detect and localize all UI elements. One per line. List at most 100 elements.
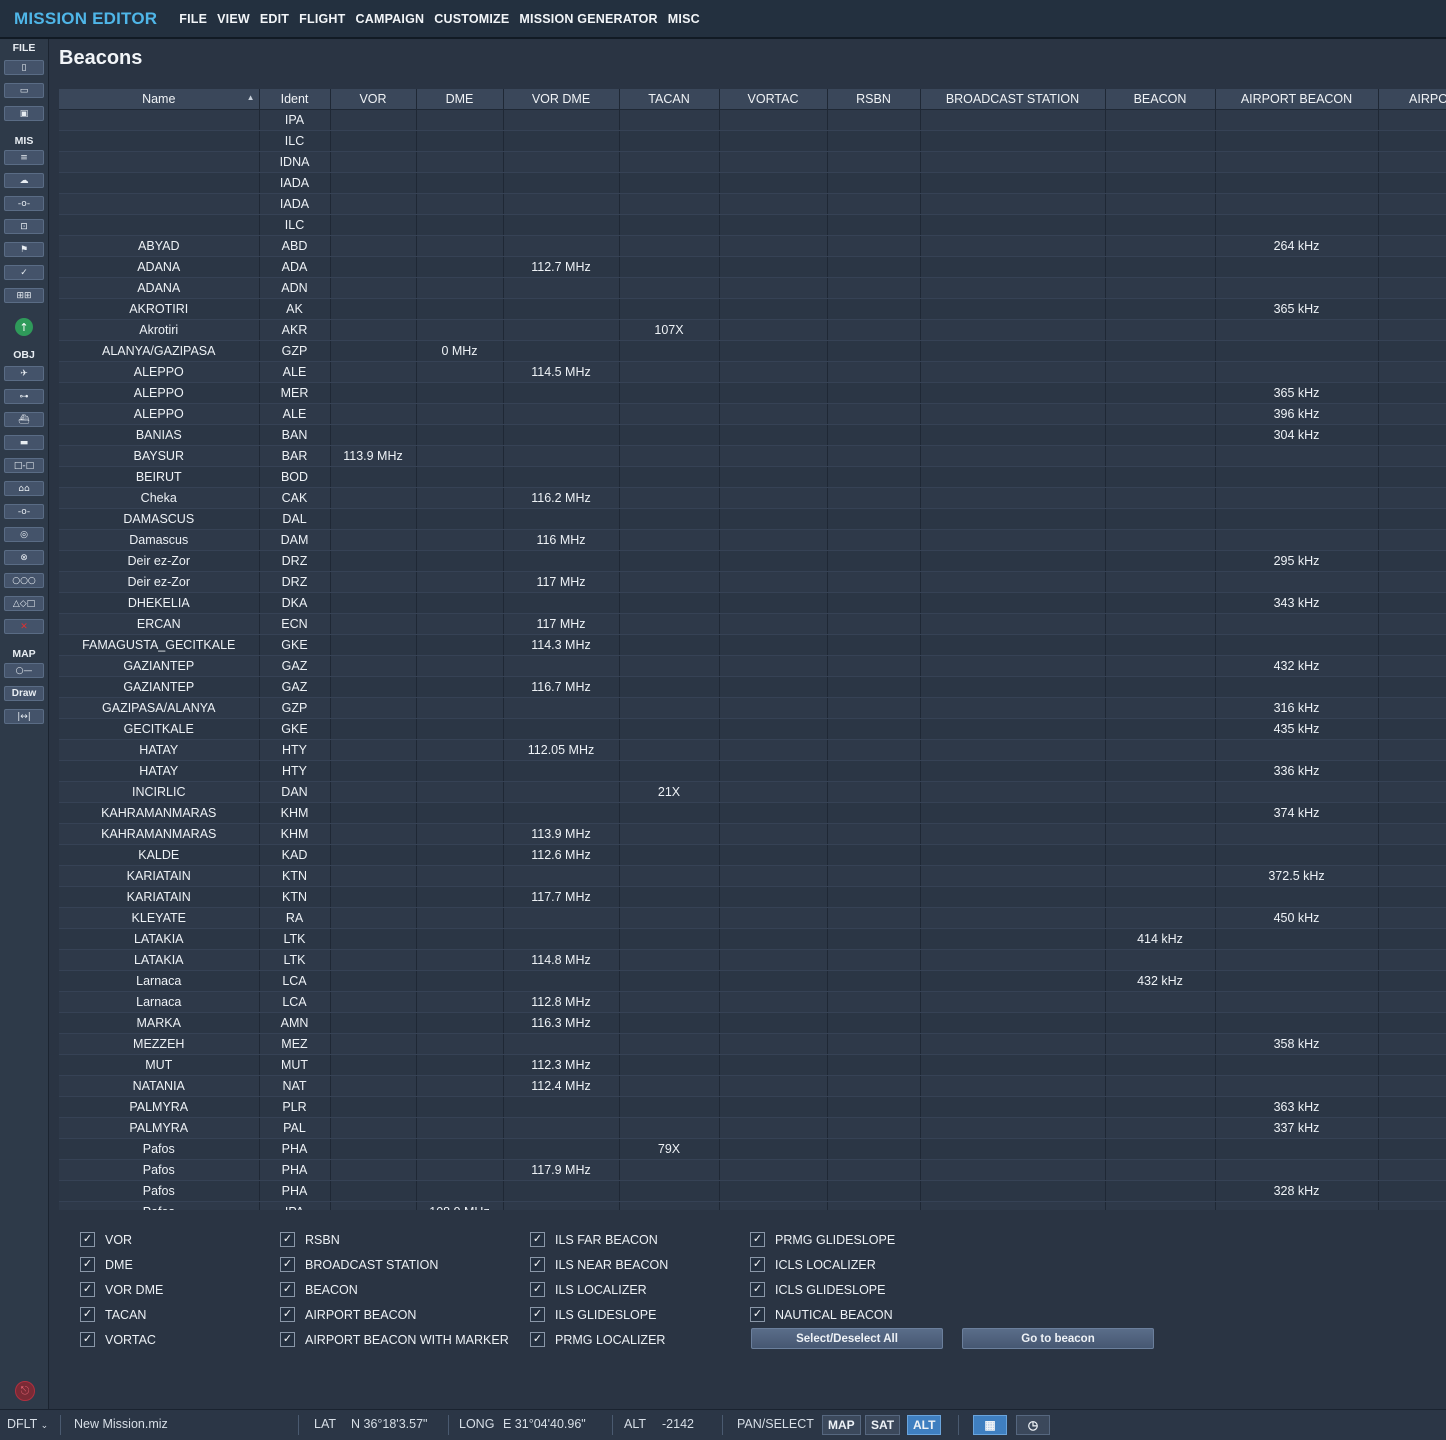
profile-select[interactable]: DFLT ⌄ xyxy=(7,1417,48,1431)
checkmark-icon[interactable]: ✓ xyxy=(750,1307,765,1322)
column-header-1[interactable]: Ident xyxy=(259,89,331,110)
filter-checkbox-dme[interactable]: ✓ DME xyxy=(80,1257,133,1272)
checkmark-icon[interactable]: ✓ xyxy=(80,1332,95,1347)
trigger-zone-icon[interactable]: ⊡ xyxy=(4,219,44,234)
filter-checkbox-icls-localizer[interactable]: ✓ ICLS LOCALIZER xyxy=(750,1257,876,1272)
static-object-icon[interactable]: □-□ xyxy=(4,458,44,473)
map-view-button[interactable]: MAP xyxy=(822,1415,861,1435)
target-zone-icon[interactable]: ◎ xyxy=(4,527,44,542)
column-header-7[interactable]: RSBN xyxy=(827,89,921,110)
ship-icon[interactable]: ⛴ xyxy=(4,412,44,427)
checkmark-icon[interactable]: ✓ xyxy=(80,1307,95,1322)
table-row[interactable]: Damascus DAM 116 MHz xyxy=(59,529,1446,551)
table-row[interactable]: MEZZEH MEZ 358 kHz xyxy=(59,1033,1446,1055)
table-row[interactable]: Deir ez-Zor DRZ 295 kHz xyxy=(59,550,1446,572)
group-icon[interactable]: ○○○ xyxy=(4,573,44,588)
table-row[interactable]: ALEPPO ALE 114.5 MHz xyxy=(59,361,1446,383)
table-row[interactable]: DAMASCUS DAL xyxy=(59,508,1446,530)
menu-edit[interactable]: EDIT xyxy=(260,12,289,26)
table-row[interactable]: HATAY HTY 336 kHz xyxy=(59,760,1446,782)
column-header-5[interactable]: TACAN xyxy=(619,89,720,110)
filter-checkbox-tacan[interactable]: ✓ TACAN xyxy=(80,1307,146,1322)
table-row[interactable]: MUT MUT 112.3 MHz xyxy=(59,1054,1446,1076)
checkmark-icon[interactable]: ✓ xyxy=(280,1257,295,1272)
filter-checkbox-ils-near-beacon[interactable]: ✓ ILS NEAR BEACON xyxy=(530,1257,668,1272)
fly-mission-icon[interactable]: ↑ xyxy=(15,318,33,336)
filter-checkbox-prmg-localizer[interactable]: ✓ PRMG LOCALIZER xyxy=(530,1332,665,1347)
table-row[interactable]: ILC xyxy=(59,214,1446,236)
column-header-2[interactable]: VOR xyxy=(330,89,417,110)
waypoint-icon[interactable]: -o- xyxy=(4,504,44,519)
helicopter-icon[interactable]: ⊶ xyxy=(4,389,44,404)
shapes-icon[interactable]: △◇□ xyxy=(4,596,44,611)
table-row[interactable]: LATAKIA LTK 114.8 MHz xyxy=(59,949,1446,971)
table-row[interactable]: GAZIANTEP GAZ 432 kHz xyxy=(59,655,1446,677)
checkmark-icon[interactable]: ✓ xyxy=(280,1232,295,1247)
checkmark-icon[interactable]: ✓ xyxy=(280,1282,295,1297)
filter-checkbox-airport-beacon[interactable]: ✓ AIRPORT BEACON xyxy=(280,1307,416,1322)
table-row[interactable]: MARKA AMN 116.3 MHz xyxy=(59,1012,1446,1034)
table-row[interactable]: Akrotiri AKR 107X xyxy=(59,319,1446,341)
checkmark-icon[interactable]: ✓ xyxy=(280,1307,295,1322)
table-row[interactable]: ADANA ADA 112.7 MHz xyxy=(59,256,1446,278)
delete-icon[interactable]: ✕ xyxy=(4,619,44,634)
checkmark-icon[interactable]: ✓ xyxy=(750,1232,765,1247)
table-row[interactable]: KAHRAMANMARAS KHM 374 kHz xyxy=(59,802,1446,824)
new-file-icon[interactable]: ▯ xyxy=(4,60,44,75)
table-row[interactable]: KARIATAIN KTN 117.7 MHz xyxy=(59,886,1446,908)
checkmark-icon[interactable]: ✓ xyxy=(530,1307,545,1322)
weather-icon[interactable]: ☁ xyxy=(4,173,44,188)
open-file-icon[interactable]: ▭ xyxy=(4,83,44,98)
ruler-icon[interactable]: |↔| xyxy=(4,709,44,724)
formation-icon[interactable]: ⊞⊞ xyxy=(4,288,44,303)
table-row[interactable]: KARIATAIN KTN 372.5 kHz xyxy=(59,865,1446,887)
filter-checkbox-nautical-beacon[interactable]: ✓ NAUTICAL BEACON xyxy=(750,1307,893,1322)
checkmark-icon[interactable]: ✓ xyxy=(530,1282,545,1297)
menu-file[interactable]: FILE xyxy=(179,12,207,26)
checkmark-icon[interactable]: ✓ xyxy=(530,1232,545,1247)
table-row[interactable]: ADANA ADN xyxy=(59,277,1446,299)
table-row[interactable]: ALEPPO MER 365 kHz xyxy=(59,382,1446,404)
filter-checkbox-airport-beacon-with-marker[interactable]: ✓ AIRPORT BEACON WITH MARKER xyxy=(280,1332,509,1347)
table-row[interactable]: INCIRLIC DAN 21X xyxy=(59,781,1446,803)
table-row[interactable]: LATAKIA LTK 414 kHz xyxy=(59,928,1446,950)
menu-flight[interactable]: FLIGHT xyxy=(299,12,345,26)
filter-checkbox-broadcast-station[interactable]: ✓ BROADCAST STATION xyxy=(280,1257,438,1272)
table-row[interactable]: Larnaca LCA 432 kHz xyxy=(59,970,1446,992)
table-row[interactable]: HATAY HTY 112.05 MHz xyxy=(59,739,1446,761)
table-row[interactable]: Pafos PHA 328 kHz xyxy=(59,1180,1446,1202)
draw-button[interactable]: Draw xyxy=(4,686,44,701)
checkmark-icon[interactable]: ✓ xyxy=(80,1257,95,1272)
flag-icon[interactable]: ⚑ xyxy=(4,242,44,257)
filter-checkbox-beacon[interactable]: ✓ BEACON xyxy=(280,1282,358,1297)
menu-campaign[interactable]: CAMPAIGN xyxy=(356,12,425,26)
checkmark-icon[interactable]: ✓ xyxy=(750,1257,765,1272)
table-row[interactable]: ERCAN ECN 117 MHz xyxy=(59,613,1446,635)
table-row[interactable]: Pafos PHA 117.9 MHz xyxy=(59,1159,1446,1181)
template-icon[interactable]: ⌂⌂ xyxy=(4,481,44,496)
table-row[interactable]: AKROTIRI AK 365 kHz xyxy=(59,298,1446,320)
table-row[interactable]: GECITKALE GKE 435 kHz xyxy=(59,718,1446,740)
table-row[interactable]: Pafos PHA 79X xyxy=(59,1138,1446,1160)
table-row[interactable]: ABYAD ABD 264 kHz xyxy=(59,235,1446,257)
map-key-icon[interactable]: ○— xyxy=(4,663,44,678)
filter-checkbox-rsbn[interactable]: ✓ RSBN xyxy=(280,1232,340,1247)
checkmark-icon[interactable]: ✓ xyxy=(80,1282,95,1297)
table-row[interactable]: GAZIPASA/ALANYA GZP 316 kHz xyxy=(59,697,1446,719)
filter-checkbox-vortac[interactable]: ✓ VORTAC xyxy=(80,1332,156,1347)
table-row[interactable]: KLEYATE RA 450 kHz xyxy=(59,907,1446,929)
menu-view[interactable]: VIEW xyxy=(217,12,250,26)
select-deselect-all-button[interactable]: Select/Deselect All xyxy=(751,1328,943,1349)
alt-view-button[interactable]: ALT xyxy=(907,1415,942,1435)
column-header-0[interactable]: Name ▲ xyxy=(59,89,260,110)
checkmark-icon[interactable]: ✓ xyxy=(280,1332,295,1347)
filter-checkbox-ils-localizer[interactable]: ✓ ILS LOCALIZER xyxy=(530,1282,647,1297)
route-icon[interactable]: -o- xyxy=(4,196,44,211)
filter-checkbox-ils-far-beacon[interactable]: ✓ ILS FAR BEACON xyxy=(530,1232,658,1247)
table-row[interactable]: PafosIPA 108.9 MHz xyxy=(59,1201,1446,1210)
table-row[interactable]: PALMYRA PAL 337 kHz xyxy=(59,1117,1446,1139)
menu-misc[interactable]: MISC xyxy=(668,12,700,26)
filter-checkbox-icls-glideslope[interactable]: ✓ ICLS GLIDESLOPE xyxy=(750,1282,885,1297)
column-header-3[interactable]: DME xyxy=(416,89,504,110)
airplane-icon[interactable]: ✈ xyxy=(4,366,44,381)
